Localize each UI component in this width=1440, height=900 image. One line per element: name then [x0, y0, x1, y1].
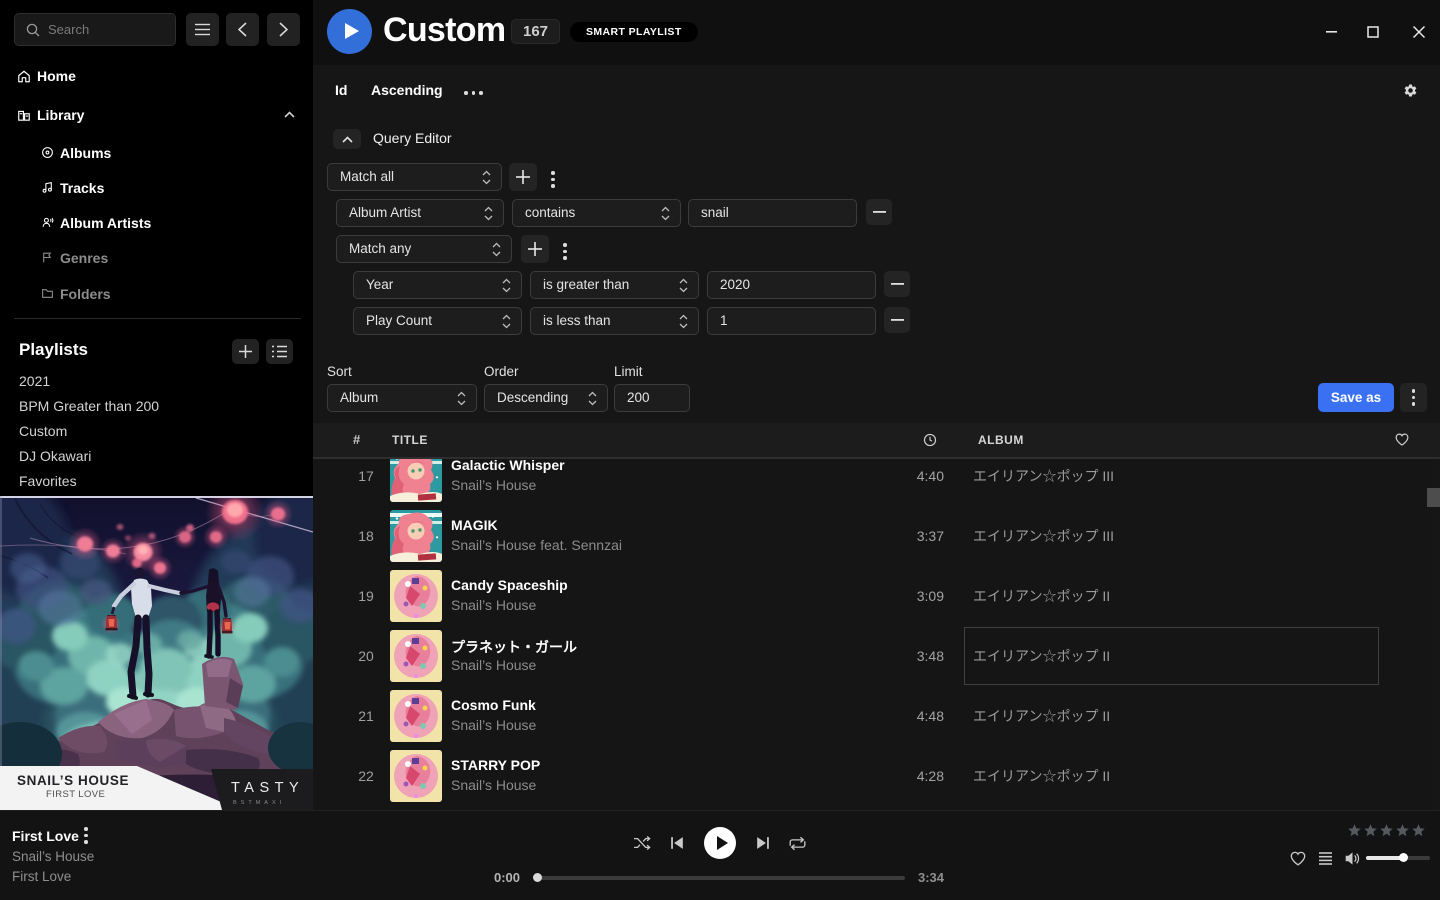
svg-text:FIRST LOVE: FIRST LOVE: [46, 789, 105, 800]
svg-text:SNAIL’S HOUSE: SNAIL’S HOUSE: [17, 773, 129, 788]
svg-text:BSTMAXI: BSTMAXI: [233, 800, 285, 806]
svg-text:TASTY: TASTY: [231, 780, 304, 796]
